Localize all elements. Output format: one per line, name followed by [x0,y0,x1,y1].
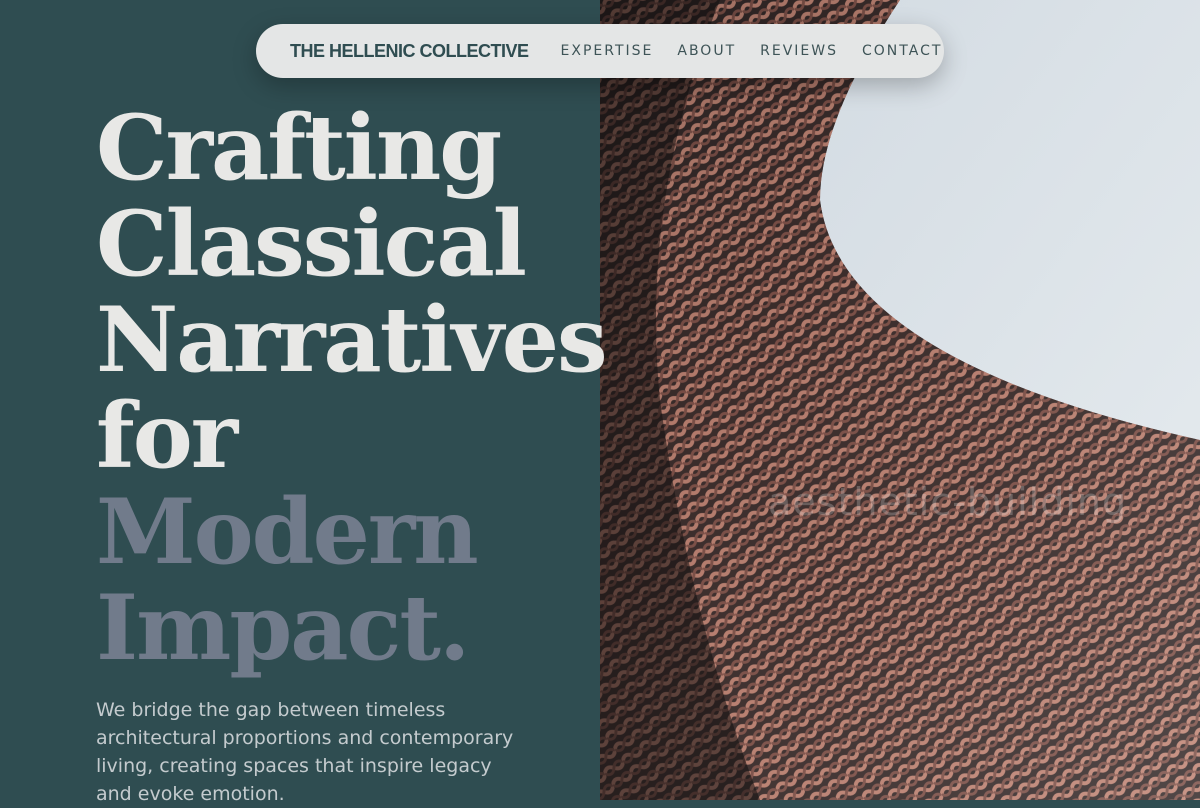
woven-facade-image [600,0,1200,800]
nav-link-contact[interactable]: CONTACT [862,43,942,59]
nav-link-reviews[interactable]: REVIEWS [760,43,838,59]
brand-logo[interactable]: THE HELLENIC COLLECTIVE [290,41,529,62]
headline-line: Narratives [96,287,608,393]
headline-line: Classical [96,191,527,297]
headline-accent-line: Impact. [96,575,470,681]
hero-subtext: We bridge the gap between timeless archi… [96,699,514,805]
nav-links: EXPERTISE ABOUT REVIEWS CONTACT [561,43,943,59]
headline-line: Crafting [96,95,502,201]
top-navbar: THE HELLENIC COLLECTIVE EXPERTISE ABOUT … [256,24,944,78]
nav-link-expertise[interactable]: EXPERTISE [561,43,654,59]
headline-line: for [96,383,238,489]
nav-link-about[interactable]: ABOUT [677,43,736,59]
hero-headline: Crafting Classical Narratives for Modern… [96,95,608,681]
image-watermark: aesthetic-building [768,480,1128,524]
hero-image: aesthetic-building [600,0,1200,800]
headline-accent-line: Modern [96,479,479,585]
